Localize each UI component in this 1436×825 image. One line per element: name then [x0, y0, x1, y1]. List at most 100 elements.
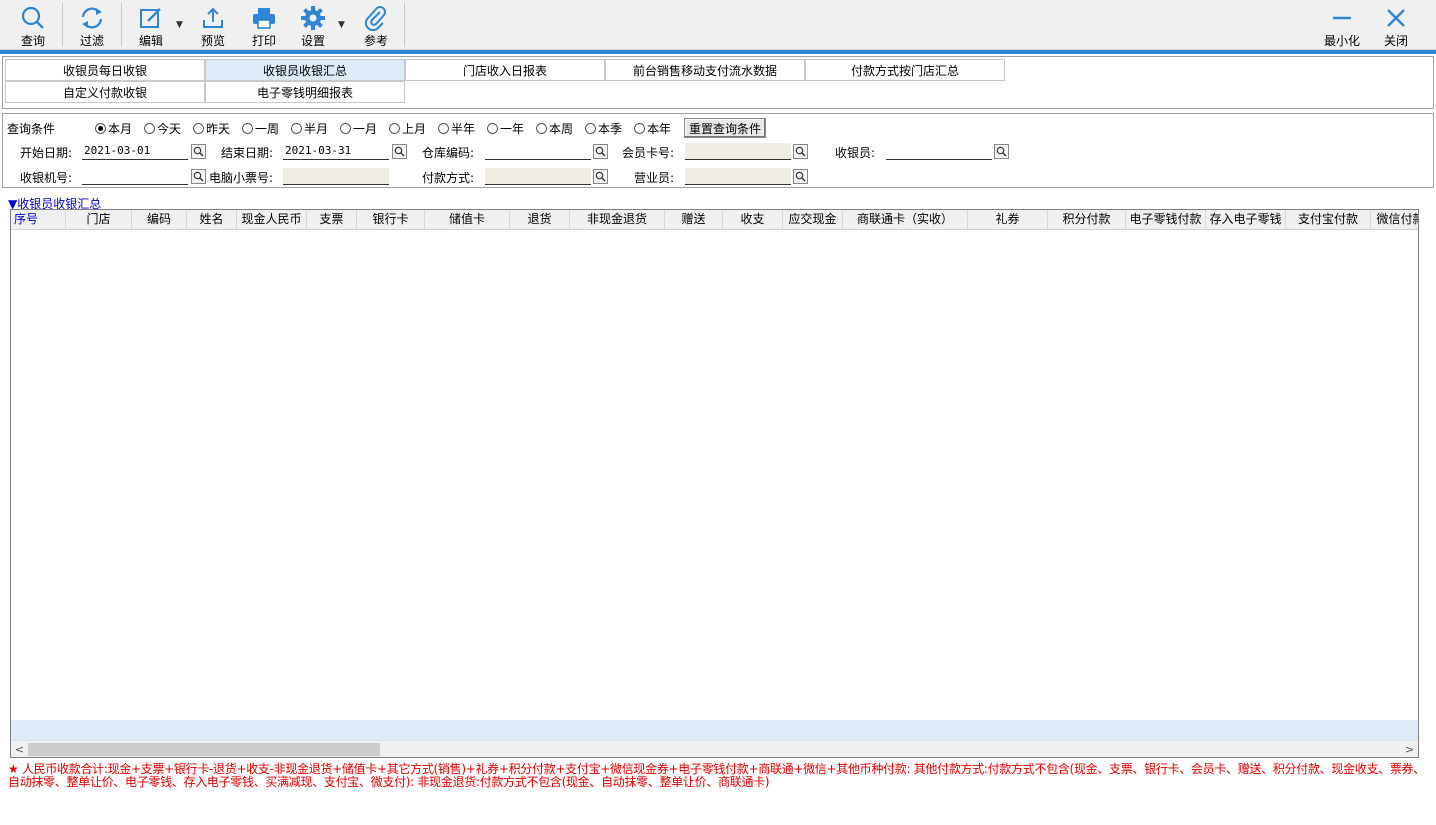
column-header[interactable]: 礼券 — [968, 210, 1048, 230]
tab-payment-by-store[interactable]: 付款方式按门店汇总 — [805, 59, 1005, 81]
cashier-field[interactable] — [886, 143, 992, 160]
pos-field[interactable] — [82, 168, 188, 185]
column-header[interactable]: 门店 — [66, 210, 132, 230]
search-icon — [193, 171, 204, 182]
column-header[interactable]: 电子零钱付款 — [1126, 210, 1206, 230]
column-header[interactable]: 商联通卡（实收） — [843, 210, 968, 230]
range-option[interactable]: 上月 — [389, 120, 426, 137]
tab-store-daily-income[interactable]: 门店收入日报表 — [405, 59, 605, 81]
column-header[interactable]: 编码 — [132, 210, 187, 230]
preview-label: 预览 — [200, 34, 225, 48]
start-date-field[interactable]: 2021-03-01 — [82, 143, 188, 160]
radio-icon[interactable] — [634, 123, 645, 134]
pos-lookup[interactable] — [191, 169, 206, 184]
radio-icon[interactable] — [487, 123, 498, 134]
range-option-label: 半月 — [304, 122, 329, 136]
end-date-field[interactable]: 2021-03-31 — [283, 143, 389, 160]
print-button[interactable]: 打印 — [245, 0, 283, 50]
column-header[interactable]: 现金人民币 — [237, 210, 307, 230]
tab-mobile-payment-flow[interactable]: 前台销售移动支付流水数据 — [605, 59, 805, 81]
scrollbar-thumb[interactable] — [28, 743, 380, 756]
reference-button[interactable]: 参考 — [357, 0, 395, 50]
warehouse-field[interactable] — [485, 143, 591, 160]
scroll-left-icon[interactable]: < — [11, 741, 28, 757]
radio-icon[interactable] — [585, 123, 596, 134]
reset-query-button[interactable]: 重置查询条件 — [684, 118, 766, 138]
start-date-lookup[interactable] — [191, 144, 206, 159]
printer-icon — [253, 8, 275, 29]
payment-method-field[interactable] — [485, 168, 591, 185]
edit-dropdown-icon[interactable]: ▼ — [176, 20, 183, 30]
radio-icon[interactable] — [291, 123, 302, 134]
range-option[interactable]: 一周 — [242, 120, 279, 137]
radio-icon[interactable] — [389, 123, 400, 134]
column-header[interactable]: 支票 — [307, 210, 357, 230]
receipt-field[interactable] — [283, 168, 389, 185]
query-button[interactable]: 查询 — [14, 0, 52, 50]
range-option[interactable]: 一月 — [340, 120, 377, 137]
tab-cashier-daily[interactable]: 收银员每日收银 — [5, 59, 205, 81]
radio-icon[interactable] — [95, 123, 106, 134]
query-conditions-label: 查询条件 — [7, 122, 56, 136]
column-header[interactable]: 应交现金 — [783, 210, 843, 230]
range-option[interactable]: 一年 — [487, 120, 524, 137]
radio-icon[interactable] — [438, 123, 449, 134]
range-option-label: 一月 — [353, 122, 378, 136]
radio-icon[interactable] — [193, 123, 204, 134]
member-card-lookup[interactable] — [793, 144, 808, 159]
payment-method-label: 付款方式: — [422, 171, 475, 185]
range-option[interactable]: 昨天 — [193, 120, 230, 137]
grid-header: 序号 门店 编码 姓名 现金人民币 支票 银行卡 储值卡 退货 非现金退货 赠送 收支 应交现金 商联通卡… — [11, 210, 1418, 230]
member-card-field[interactable] — [685, 143, 791, 160]
tab-e-change-detail[interactable]: 电子零钱明细报表 — [205, 81, 405, 103]
column-header[interactable]: 非现金退货 — [570, 210, 665, 230]
close-button[interactable]: 关闭 — [1377, 0, 1415, 50]
edit-button[interactable]: 编辑 — [132, 0, 170, 50]
cashier-lookup[interactable] — [994, 144, 1009, 159]
filter-button[interactable]: 过滤 — [73, 0, 111, 50]
warehouse-lookup[interactable] — [593, 144, 608, 159]
minimize-button[interactable]: 最小化 — [1320, 0, 1364, 50]
radio-icon[interactable] — [144, 123, 155, 134]
end-date-label: 结束日期: — [221, 146, 274, 160]
end-date-lookup[interactable] — [392, 144, 407, 159]
preview-button[interactable]: 预览 — [194, 0, 232, 50]
radio-icon[interactable] — [242, 123, 253, 134]
column-header[interactable]: 姓名 — [187, 210, 237, 230]
salesperson-field[interactable] — [685, 168, 791, 185]
range-option[interactable]: 半月 — [291, 120, 328, 137]
horizontal-scrollbar[interactable]: < > — [11, 740, 1418, 757]
range-option-label: 一周 — [255, 122, 280, 136]
range-option[interactable]: 本月 — [95, 120, 132, 137]
range-option[interactable]: 本年 — [634, 120, 671, 137]
search-icon — [21, 6, 44, 29]
search-icon — [394, 146, 405, 157]
toolbar-accent-bar — [0, 50, 1436, 54]
column-header[interactable]: 赠送 — [665, 210, 723, 230]
column-header[interactable]: 存入电子零钱 — [1206, 210, 1286, 230]
column-header[interactable]: 退货 — [510, 210, 570, 230]
column-header[interactable]: 支付宝付款 — [1286, 210, 1371, 230]
reference-label: 参考 — [363, 34, 388, 48]
close-icon — [1387, 9, 1405, 27]
range-option[interactable]: 本季 — [585, 120, 622, 137]
tab-cashier-summary[interactable]: 收银员收银汇总 — [205, 59, 405, 81]
column-header[interactable]: 银行卡 — [357, 210, 425, 230]
payment-method-lookup[interactable] — [593, 169, 608, 184]
radio-icon[interactable] — [340, 123, 351, 134]
radio-icon[interactable] — [536, 123, 547, 134]
range-option[interactable]: 本周 — [536, 120, 573, 137]
column-header[interactable]: 序号 — [11, 210, 66, 230]
column-header[interactable]: 储值卡 — [425, 210, 510, 230]
range-option[interactable]: 半年 — [438, 120, 475, 137]
range-option-label: 本年 — [647, 122, 672, 136]
column-header[interactable]: 微信付款 — [1371, 210, 1418, 230]
settings-button[interactable]: 设置 — [294, 0, 332, 50]
scroll-right-icon[interactable]: > — [1401, 741, 1418, 757]
settings-dropdown-icon[interactable]: ▼ — [338, 20, 345, 30]
range-option[interactable]: 今天 — [144, 120, 181, 137]
column-header[interactable]: 积分付款 — [1048, 210, 1126, 230]
salesperson-lookup[interactable] — [793, 169, 808, 184]
tab-custom-payment[interactable]: 自定义付款收银 — [5, 81, 205, 103]
column-header[interactable]: 收支 — [723, 210, 783, 230]
